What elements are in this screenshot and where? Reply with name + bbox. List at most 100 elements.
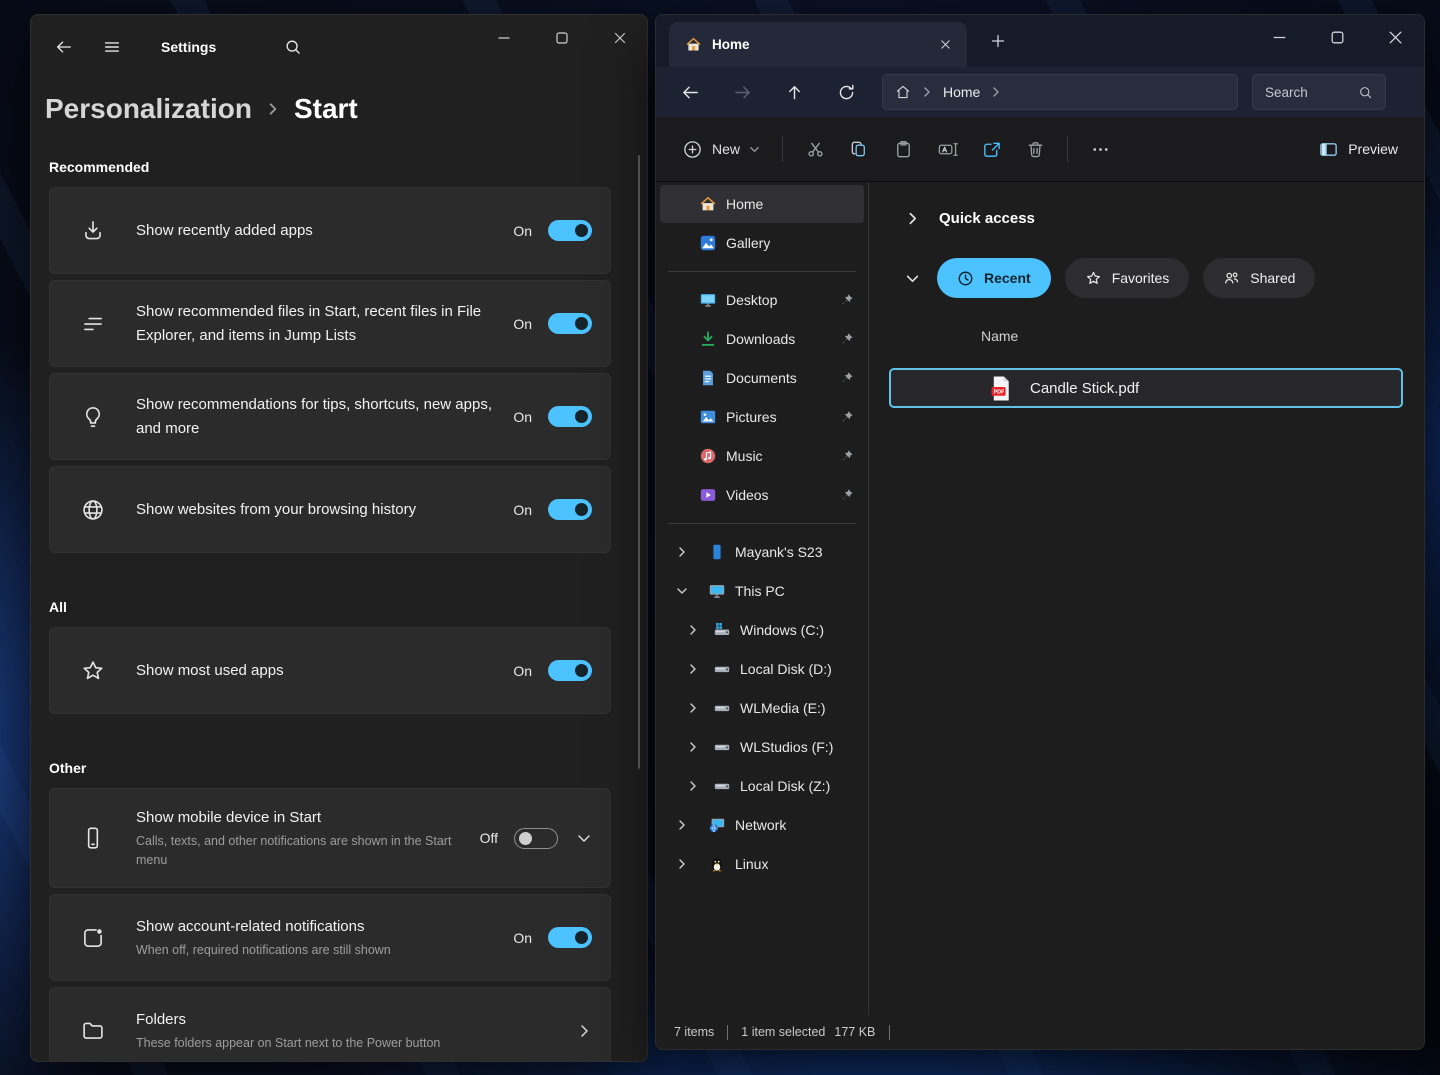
- sidebar-item-documents[interactable]: Documents: [660, 359, 864, 397]
- page-title: Start: [293, 93, 358, 124]
- maximize-button[interactable]: [541, 21, 583, 55]
- settings-search-button[interactable]: [276, 31, 310, 63]
- chevron-right-icon[interactable]: [906, 212, 919, 225]
- minimize-button[interactable]: [483, 21, 525, 55]
- toggle-switch[interactable]: [548, 499, 592, 520]
- chevron-right-icon[interactable]: [687, 702, 699, 714]
- nav-back-button[interactable]: [668, 74, 712, 110]
- copy-button[interactable]: [837, 130, 881, 168]
- status-selection: 1 item selected: [741, 1025, 826, 1039]
- sidebar-item-videos[interactable]: Videos: [660, 476, 864, 514]
- setting-row-recently-added-apps[interactable]: Show recently added apps On: [49, 187, 611, 274]
- close-button[interactable]: [599, 21, 641, 55]
- file-row-candle-stick-pdf[interactable]: PDF Candle Stick.pdf: [889, 368, 1403, 408]
- more-options-button[interactable]: [1078, 130, 1122, 168]
- back-button[interactable]: [47, 31, 81, 63]
- hamburger-menu-button[interactable]: [95, 31, 129, 63]
- rename-button[interactable]: [925, 130, 969, 168]
- search-input[interactable]: Search: [1252, 74, 1386, 110]
- new-button[interactable]: New: [670, 130, 772, 168]
- share-button[interactable]: [969, 130, 1013, 168]
- drive-icon: [713, 777, 731, 795]
- filter-pill-shared[interactable]: Shared: [1203, 258, 1316, 298]
- breadcrumb-personalization[interactable]: Personalization: [45, 93, 252, 125]
- clock-icon: [957, 270, 974, 287]
- chevron-right-icon[interactable]: [990, 86, 1002, 98]
- cut-button[interactable]: [793, 130, 837, 168]
- sidebar-item-windows-c[interactable]: Windows (C:): [660, 611, 864, 649]
- chevron-right-icon[interactable]: [687, 624, 699, 636]
- chevron-right-icon: [266, 102, 280, 116]
- chevron-right-icon[interactable]: [676, 858, 688, 870]
- maximize-icon: [554, 30, 570, 46]
- setting-row-mobile-device[interactable]: Show mobile device in Start Calls, texts…: [49, 788, 611, 888]
- chevron-right-icon[interactable]: [921, 86, 933, 98]
- filter-pill-label: Favorites: [1111, 270, 1170, 286]
- chevron-right-icon[interactable]: [676, 819, 688, 831]
- address-crumb-home[interactable]: Home: [943, 84, 980, 100]
- close-button[interactable]: [1374, 19, 1416, 55]
- column-header-name[interactable]: Name: [981, 328, 1424, 344]
- toggle-switch[interactable]: [548, 406, 592, 427]
- sidebar-item-mayanks-s23[interactable]: Mayank's S23: [660, 533, 864, 571]
- sidebar-item-network[interactable]: Network: [660, 806, 864, 844]
- address-bar[interactable]: Home: [882, 74, 1238, 110]
- setting-row-folders[interactable]: Folders These folders appear on Start ne…: [49, 987, 611, 1061]
- sidebar-item-downloads[interactable]: Downloads: [660, 320, 864, 358]
- sidebar-item-home[interactable]: Home: [660, 185, 864, 223]
- explorer-titlebar[interactable]: Home: [656, 15, 1424, 67]
- tab-home[interactable]: Home: [669, 22, 967, 67]
- toggle-switch[interactable]: [548, 927, 592, 948]
- new-tab-button[interactable]: [981, 25, 1015, 57]
- toggle-switch[interactable]: [514, 827, 558, 849]
- chevron-down-icon: [749, 144, 760, 155]
- setting-row-websites-history[interactable]: Show websites from your browsing history…: [49, 466, 611, 553]
- setting-row-recommended-files[interactable]: Show recommended files in Start, recent …: [49, 280, 611, 367]
- sidebar-item-gallery[interactable]: Gallery: [660, 224, 864, 262]
- linux-penguin-icon: [708, 855, 726, 873]
- delete-button[interactable]: [1013, 130, 1057, 168]
- nav-up-button[interactable]: [772, 74, 816, 110]
- quick-access-header[interactable]: Quick access: [906, 204, 1424, 232]
- toggle-switch[interactable]: [548, 313, 592, 334]
- sidebar-item-label: Pictures: [726, 409, 777, 425]
- chevron-right-icon[interactable]: [676, 546, 688, 558]
- sidebar-item-wlstudios-f[interactable]: WLStudios (F:): [660, 728, 864, 766]
- settings-titlebar[interactable]: Settings: [31, 15, 647, 79]
- minimize-icon: [496, 30, 512, 46]
- sidebar-item-local-disk-d[interactable]: Local Disk (D:): [660, 650, 864, 688]
- sidebar-item-wlmedia-e[interactable]: WLMedia (E:): [660, 689, 864, 727]
- minimize-button[interactable]: [1258, 19, 1300, 55]
- explorer-statusbar: 7 items 1 item selected 177 KB: [656, 1015, 1424, 1049]
- chevron-down-icon[interactable]: [576, 830, 592, 846]
- nav-refresh-button[interactable]: [824, 74, 868, 110]
- sidebar-item-pictures[interactable]: Pictures: [660, 398, 864, 436]
- setting-row-most-used-apps[interactable]: Show most used apps On: [49, 627, 611, 714]
- paste-button[interactable]: [881, 130, 925, 168]
- settings-scrollbar[interactable]: [638, 155, 640, 769]
- maximize-icon: [1329, 29, 1346, 46]
- chevron-right-icon[interactable]: [687, 663, 699, 675]
- setting-row-recommendations-tips[interactable]: Show recommendations for tips, shortcuts…: [49, 373, 611, 460]
- sidebar-item-music[interactable]: Music: [660, 437, 864, 475]
- hamburger-icon: [103, 38, 121, 56]
- sidebar-item-linux[interactable]: Linux: [660, 845, 864, 883]
- setting-row-account-notifications[interactable]: Show account-related notifications When …: [49, 894, 611, 981]
- chevron-right-icon[interactable]: [687, 780, 699, 792]
- chevron-right-icon[interactable]: [687, 741, 699, 753]
- sidebar-item-desktop[interactable]: Desktop: [660, 281, 864, 319]
- tab-close-button[interactable]: [931, 32, 959, 58]
- filter-pill-favorites[interactable]: Favorites: [1064, 258, 1190, 298]
- sidebar-item-local-disk-z[interactable]: Local Disk (Z:): [660, 767, 864, 805]
- preview-button[interactable]: Preview: [1306, 130, 1410, 168]
- chevron-down-icon[interactable]: [906, 272, 919, 285]
- chevron-down-icon[interactable]: [676, 585, 688, 597]
- nav-forward-button[interactable]: [720, 74, 764, 110]
- sidebar-item-this-pc[interactable]: This PC: [660, 572, 864, 610]
- sidebar-item-label: Gallery: [726, 235, 771, 251]
- pictures-icon: [699, 408, 717, 426]
- filter-pill-recent[interactable]: Recent: [937, 258, 1051, 298]
- toggle-switch[interactable]: [548, 220, 592, 241]
- maximize-button[interactable]: [1316, 19, 1358, 55]
- toggle-switch[interactable]: [548, 660, 592, 681]
